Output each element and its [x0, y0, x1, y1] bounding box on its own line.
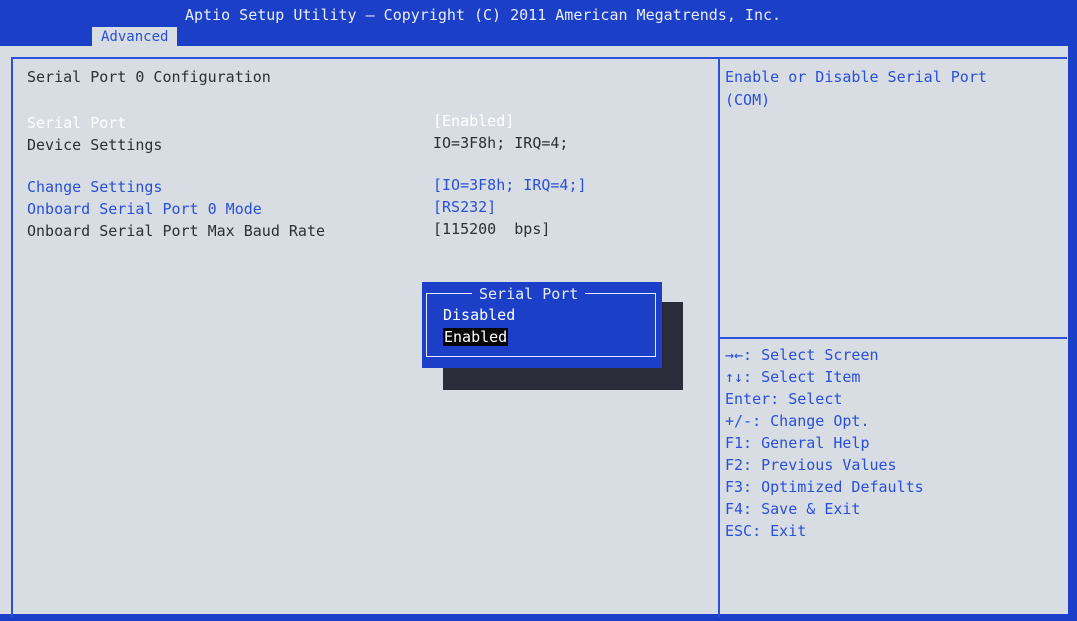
key-select-screen: →←: Select Screen — [725, 346, 879, 364]
serial-port-popup: Serial Port Disabled Enabled — [422, 282, 662, 368]
key-previous-values: F2: Previous Values — [725, 456, 897, 474]
setting-serial-port-value[interactable]: [Enabled] — [433, 112, 514, 130]
setting-serial-port-label[interactable]: Serial Port — [27, 114, 126, 132]
max-baud-rate-value: [115200 bps] — [433, 220, 551, 238]
key-enter-select: Enter: Select — [725, 390, 843, 408]
section-title: Serial Port 0 Configuration — [27, 68, 271, 86]
key-change-opt: +/-: Change Opt. — [725, 412, 870, 430]
change-settings-label[interactable]: Change Settings — [27, 178, 162, 196]
change-settings-value[interactable]: [IO=3F8h; IRQ=4;] — [433, 176, 587, 194]
help-description-line2: (COM) — [725, 91, 771, 109]
help-description-line1: Enable or Disable Serial Port — [725, 68, 987, 86]
device-settings-value: IO=3F8h; IRQ=4; — [433, 134, 569, 152]
max-baud-rate-label: Onboard Serial Port Max Baud Rate — [27, 222, 326, 240]
popup-option-enabled[interactable]: Enabled — [443, 328, 509, 346]
device-settings-label: Device Settings — [27, 136, 163, 154]
help-divider — [720, 337, 1067, 339]
right-edge-bar — [1068, 0, 1077, 621]
key-esc-exit: ESC: Exit — [725, 522, 807, 540]
serial-port-mode-value[interactable]: [RS232] — [433, 198, 496, 216]
key-save-exit: F4: Save & Exit — [725, 500, 861, 518]
serial-port-mode-label[interactable]: Onboard Serial Port 0 Mode — [27, 200, 262, 218]
popup-option-disabled[interactable]: Disabled — [443, 306, 515, 324]
bios-title: Aptio Setup Utility – Copyright (C) 2011… — [185, 6, 782, 24]
tab-advanced[interactable]: Advanced — [92, 27, 178, 47]
key-select-item: ↑↓: Select Item — [725, 368, 861, 386]
popup-title: Serial Port — [472, 285, 586, 303]
key-general-help: F1: General Help — [725, 434, 870, 452]
title-bar: Aptio Setup Utility – Copyright (C) 2011… — [0, 0, 1077, 47]
key-optimized-defaults: F3: Optimized Defaults — [725, 478, 924, 496]
